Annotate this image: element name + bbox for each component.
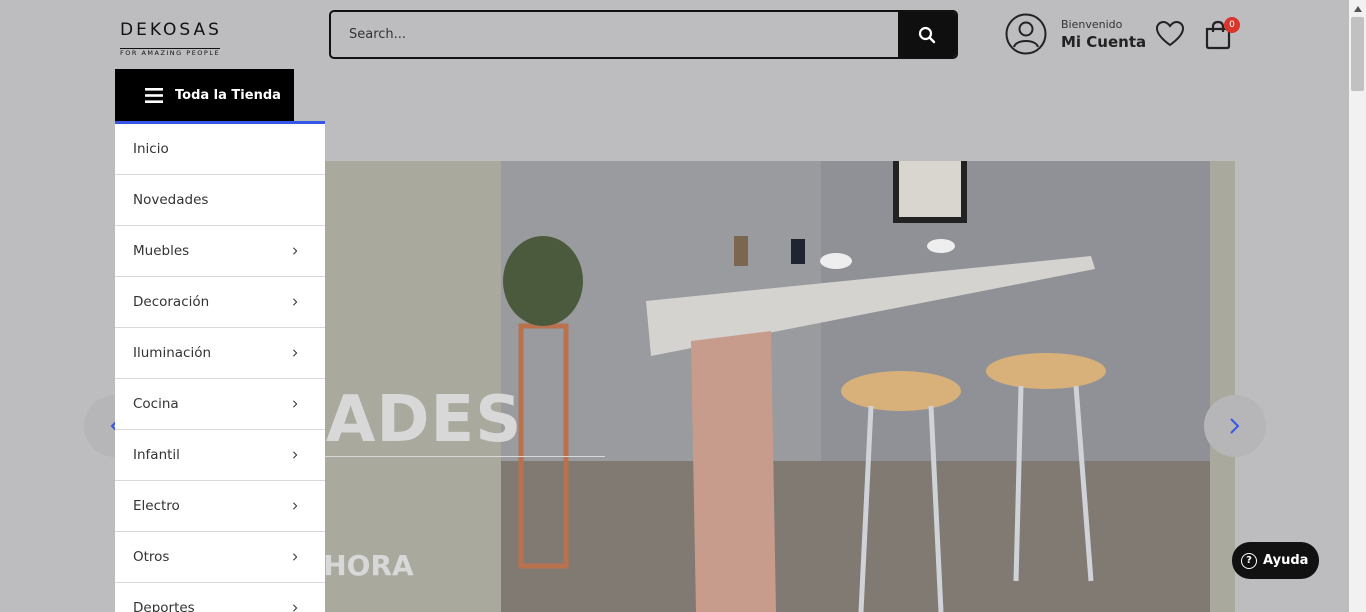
search-input[interactable] — [331, 12, 898, 57]
hero-divider — [325, 456, 605, 457]
menu-item[interactable]: Decoración — [115, 277, 325, 328]
menu-item[interactable]: Deportes — [115, 583, 325, 612]
chevron-right-icon — [1230, 418, 1240, 434]
menu-item-label: Muebles — [133, 243, 190, 259]
account-label: Mi Cuenta — [1061, 32, 1147, 51]
menu-item[interactable]: Otros — [115, 532, 325, 583]
scroll-up-arrow[interactable] — [1349, 0, 1366, 17]
menu-item[interactable]: Electro — [115, 481, 325, 532]
menu-item[interactable]: Cocina — [115, 379, 325, 430]
search-icon — [918, 26, 936, 43]
chevron-right-icon — [293, 451, 298, 459]
menu-icon — [145, 87, 163, 103]
cart-count-badge: 0 — [1224, 17, 1240, 33]
menu-item[interactable]: Novedades — [115, 175, 325, 226]
welcome-text: Bienvenido — [1061, 17, 1123, 31]
menu-item[interactable]: Muebles — [115, 226, 325, 277]
menu-item-label: Electro — [133, 498, 180, 514]
menu-item[interactable]: Infantil — [115, 430, 325, 481]
all-categories-label: Toda la Tienda — [175, 87, 281, 103]
menu-item-label: Novedades — [133, 192, 209, 208]
hero-photo — [501, 161, 1210, 612]
hero-right-panel — [1210, 161, 1235, 612]
search-button[interactable] — [898, 12, 956, 57]
user-icon — [1005, 13, 1047, 55]
triangle-up-icon — [1353, 5, 1362, 12]
chevron-right-icon — [293, 247, 298, 255]
chevron-right-icon — [293, 298, 298, 306]
help-button[interactable]: ? Ayuda — [1232, 542, 1319, 579]
menu-item-label: Iluminación — [133, 345, 212, 361]
menu-item-label: Inicio — [133, 141, 169, 157]
chevron-right-icon — [293, 553, 298, 561]
scrollbar[interactable] — [1349, 0, 1366, 612]
menu-item-label: Decoración — [133, 294, 210, 310]
category-menu: Inicio Novedades Muebles Decoración Iluminac… — [115, 124, 325, 612]
account-link[interactable]: Bienvenido Mi Cuenta — [1005, 13, 1146, 55]
carousel-next-button[interactable] — [1204, 395, 1266, 457]
menu-item-label: Otros — [133, 549, 170, 565]
menu-item-label: Infantil — [133, 447, 180, 463]
help-label: Ayuda — [1263, 553, 1309, 568]
heart-icon[interactable] — [1155, 20, 1185, 48]
logo-tagline: FOR AMAZING PEOPLE — [120, 48, 221, 57]
logo-text: DEKOSAS — [120, 20, 222, 40]
menu-item-label: Deportes — [133, 600, 195, 612]
all-categories-button[interactable]: Toda la Tienda — [115, 69, 294, 121]
hero-illustration — [501, 161, 1210, 612]
chevron-right-icon — [293, 349, 298, 357]
chevron-right-icon — [293, 400, 298, 408]
menu-item-label: Cocina — [133, 396, 179, 412]
chevron-right-icon — [293, 604, 298, 612]
scroll-thumb[interactable] — [1351, 17, 1364, 91]
chevron-right-icon — [293, 502, 298, 510]
question-icon: ? — [1241, 552, 1257, 569]
logo[interactable]: DEKOSAS FOR AMAZING PEOPLE — [120, 20, 232, 59]
search-bar — [329, 10, 958, 59]
menu-item[interactable]: Inicio — [115, 124, 325, 175]
menu-item[interactable]: Iluminación — [115, 328, 325, 379]
